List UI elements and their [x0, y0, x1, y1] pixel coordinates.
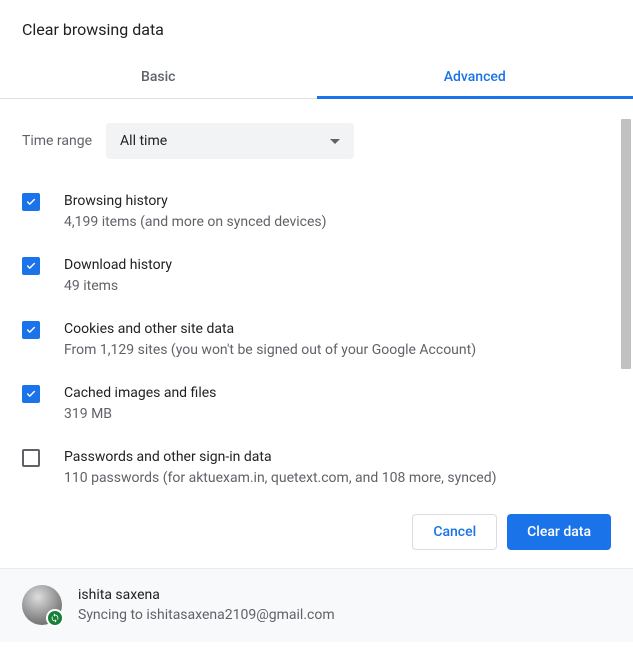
- tab-bar: Basic Advanced: [0, 57, 633, 99]
- time-range-dropdown[interactable]: All time: [106, 123, 354, 159]
- chevron-down-icon: [330, 139, 340, 144]
- cancel-button[interactable]: Cancel: [412, 514, 497, 550]
- item-title: Passwords and other sign-in data: [64, 447, 496, 468]
- time-range-label: Time range: [22, 133, 92, 149]
- time-range-row: Time range All time: [22, 99, 611, 181]
- list-item: Cookies and other site dataFrom 1,129 si…: [22, 309, 611, 373]
- checkbox[interactable]: [22, 385, 40, 403]
- item-title: Download history: [64, 255, 172, 276]
- item-title: Browsing history: [64, 191, 327, 212]
- account-name: ishita saxena: [78, 585, 335, 605]
- item-texts: Cookies and other site dataFrom 1,129 si…: [64, 319, 476, 361]
- list-item: Passwords and other sign-in data110 pass…: [22, 437, 611, 494]
- item-subtitle: From 1,129 sites (you won't be signed ou…: [64, 340, 476, 361]
- item-title: Cached images and files: [64, 383, 216, 404]
- scroll-area: Time range All time Browsing history4,19…: [0, 99, 633, 494]
- sync-badge-icon: [46, 609, 64, 627]
- item-texts: Passwords and other sign-in data110 pass…: [64, 447, 496, 489]
- list-item: Cached images and files319 MB: [22, 373, 611, 437]
- account-status: Syncing to ishitasaxena2109@gmail.com: [78, 605, 335, 625]
- item-subtitle: 319 MB: [64, 404, 216, 425]
- tab-advanced[interactable]: Advanced: [317, 57, 633, 98]
- item-texts: Cached images and files319 MB: [64, 383, 216, 425]
- list-item: Download history49 items: [22, 245, 611, 309]
- item-texts: Download history49 items: [64, 255, 172, 297]
- checkbox[interactable]: [22, 193, 40, 211]
- clear-data-button[interactable]: Clear data: [507, 514, 611, 550]
- item-subtitle: 49 items: [64, 276, 172, 297]
- time-range-value: All time: [120, 133, 167, 149]
- checkbox[interactable]: [22, 449, 40, 467]
- scrollbar-thumb[interactable]: [621, 119, 631, 369]
- tab-basic[interactable]: Basic: [0, 57, 317, 98]
- checkbox[interactable]: [22, 321, 40, 339]
- item-texts: Browsing history4,199 items (and more on…: [64, 191, 327, 233]
- account-row: ishita saxena Syncing to ishitasaxena210…: [0, 568, 633, 642]
- checkbox[interactable]: [22, 257, 40, 275]
- item-title: Cookies and other site data: [64, 319, 476, 340]
- account-texts: ishita saxena Syncing to ishitasaxena210…: [78, 585, 335, 626]
- scrollbar[interactable]: [619, 119, 633, 484]
- list-item: Browsing history4,199 items (and more on…: [22, 181, 611, 245]
- item-subtitle: 110 passwords (for aktuexam.in, quetext.…: [64, 468, 496, 489]
- avatar: [22, 585, 62, 625]
- button-row: Cancel Clear data: [0, 514, 633, 568]
- dialog-title: Clear browsing data: [0, 0, 633, 57]
- item-subtitle: 4,199 items (and more on synced devices): [64, 212, 327, 233]
